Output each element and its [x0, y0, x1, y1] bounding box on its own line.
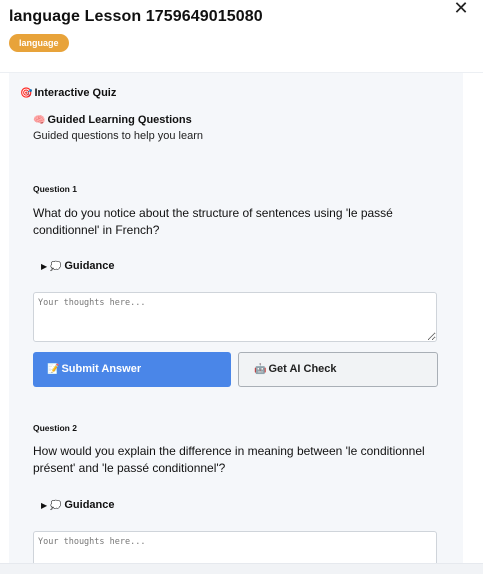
target-icon: 🎯 [20, 88, 33, 99]
question-1-guidance-toggle[interactable]: ▶ 💭 Guidance [41, 260, 115, 272]
disclosure-arrow-icon: ▶ [41, 501, 48, 510]
robot-icon: 🤖 [254, 364, 267, 375]
question-2-text: How would you explain the difference in … [33, 444, 425, 475]
brain-icon: 🧠 [33, 115, 46, 126]
get-ai-check-button[interactable]: 🤖 Get AI Check [238, 352, 438, 387]
quiz-panel: 🎯 Interactive Quiz 🧠 Guided Learning Quest… [9, 73, 463, 563]
quiz-section-title: 🎯 Interactive Quiz [20, 87, 117, 99]
thought-bubble-icon: 💭 [50, 261, 62, 271]
bottom-scroll-area [0, 563, 483, 574]
question-2-answer-input[interactable] [33, 531, 437, 563]
memo-icon: 📝 [47, 364, 60, 375]
disclosure-arrow-icon: ▶ [41, 262, 48, 271]
question-1-label: Question 1 [33, 184, 77, 194]
submit-answer-button[interactable]: 📝 Submit Answer [33, 352, 231, 387]
thought-bubble-icon: 💭 [50, 500, 62, 510]
guided-learning-description: Guided questions to help you learn [33, 130, 204, 142]
question-2-label: Question 2 [33, 423, 77, 433]
close-icon[interactable]: ✕ [450, 0, 472, 18]
guided-learning-title: 🧠 Guided Learning Questions [33, 114, 192, 126]
question-1-answer-input[interactable] [33, 292, 437, 342]
lesson-title: language Lesson 1759649015080 [9, 8, 263, 25]
question-2-guidance-toggle[interactable]: ▶ 💭 Guidance [41, 499, 115, 511]
question-1-text: What do you notice about the structure o… [33, 206, 393, 237]
lesson-header: language Lesson 1759649015080 language ✕ [0, 0, 483, 73]
subject-tag: language [9, 34, 69, 52]
